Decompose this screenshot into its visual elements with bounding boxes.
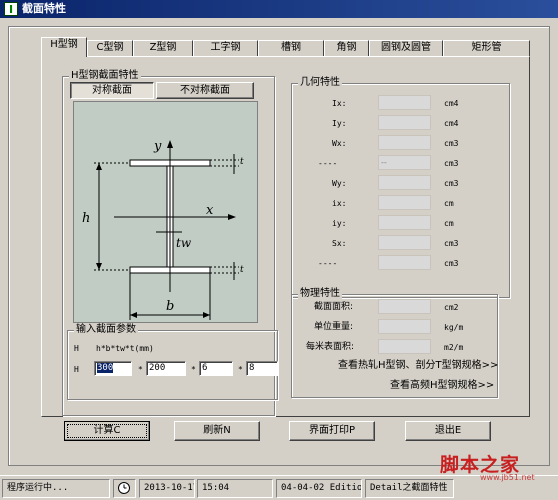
ix-radius-label: ix:	[332, 199, 347, 208]
refresh-button[interactable]: 刷新N	[174, 421, 260, 441]
watermark-url: www.jb51.net	[480, 473, 535, 482]
hf-spec-link[interactable]: 查看高频H型钢规格>>	[390, 380, 494, 392]
tw-input[interactable]: 6	[199, 361, 233, 376]
tab-c-steel[interactable]: C型钢	[87, 40, 133, 56]
wy-value	[378, 175, 431, 190]
wx2-unit: cm3	[444, 159, 459, 168]
tab-channel[interactable]: 槽钢	[258, 40, 324, 56]
area-value	[378, 299, 431, 314]
print-button[interactable]: 界面打印P	[289, 421, 375, 441]
sx-unit: cm3	[444, 239, 459, 248]
geometry-title: 几何特性	[298, 77, 342, 89]
surface-label: 每米表面积:	[306, 342, 355, 352]
exit-button[interactable]: 退出E	[405, 421, 491, 441]
ix-radius-value	[378, 195, 431, 210]
iy-radius-unit: cm	[444, 219, 454, 228]
iy-value	[378, 115, 431, 130]
h-input[interactable]: 300	[94, 361, 132, 376]
h-section-group-title: H型钢截面特性	[69, 70, 141, 82]
formula-label: h*b*tw*t(mm)	[96, 344, 154, 353]
ix-label: Ix:	[332, 99, 347, 108]
tab-round[interactable]: 圆钢及圆管	[369, 40, 443, 56]
wy-unit: cm3	[444, 179, 459, 188]
sep-2: *	[191, 365, 196, 374]
diagram-t-bottom-label: t	[240, 265, 244, 275]
status-bar: 程序运行中... 2013-10-17 15:04 04-04-02 Editi…	[0, 475, 558, 500]
title-bar[interactable]: I 截面特性	[0, 0, 558, 18]
clock-icon	[113, 479, 136, 498]
wx-label: Wx:	[332, 139, 347, 148]
status-date: 2013-10-17	[139, 479, 195, 498]
status-time: 15:04	[197, 479, 273, 498]
surface-unit: m2/m	[444, 343, 464, 352]
diagram-y-label: y	[153, 139, 162, 154]
diagram-b-label: b	[166, 299, 174, 314]
wx-unit: cm3	[444, 139, 459, 148]
diagram-x-label: x	[206, 203, 214, 218]
tab-angle[interactable]: 角钢	[324, 40, 369, 56]
row-prefix: H	[74, 365, 79, 374]
b-input[interactable]: 200	[146, 361, 186, 376]
surface-value	[378, 339, 431, 354]
extra-unit: cm3	[444, 259, 459, 268]
sep-1: *	[138, 365, 143, 374]
h-section-diagram: y x h tw b t t	[73, 101, 258, 323]
extra-label: ----	[318, 259, 338, 268]
weight-label: 单位重量:	[314, 322, 354, 332]
physical-title: 物理特性	[298, 288, 342, 300]
area-label: 截面面积:	[314, 302, 354, 312]
status-state: 程序运行中...	[2, 479, 110, 498]
tab-h-steel[interactable]: H型钢	[41, 37, 87, 57]
weight-value	[378, 319, 431, 334]
h-section-drawing: y x h tw b t t	[82, 139, 244, 320]
asymmetric-toggle[interactable]: 不对称截面	[156, 82, 254, 99]
diagram-h-label: h	[82, 211, 90, 226]
hot-rolled-spec-link[interactable]: 查看热轧H型钢、剖分T型钢规格>>	[338, 360, 498, 372]
input-params-title: 输入截面参数	[74, 324, 138, 336]
compute-button[interactable]: 计算C	[64, 421, 150, 441]
sx-label: Sx:	[332, 239, 347, 248]
formula-prefix: H	[74, 344, 79, 353]
wx2-value: --	[378, 155, 431, 170]
symmetric-toggle[interactable]: 对称截面	[70, 82, 154, 99]
diagram-t-top-label: t	[240, 157, 244, 167]
ix-value	[378, 95, 431, 110]
area-unit: cm2	[444, 303, 459, 312]
ix-radius-unit: cm	[444, 199, 454, 208]
app-icon: I	[4, 2, 18, 16]
sep-3: *	[238, 365, 243, 374]
status-edition: 04-04-02 Edition	[276, 479, 362, 498]
sx-value	[378, 235, 431, 250]
iy-radius-label: iy:	[332, 219, 347, 228]
t-input[interactable]: 8	[246, 361, 278, 376]
weight-unit: kg/m	[444, 323, 464, 332]
tab-rect-tube[interactable]: 矩形管	[443, 40, 530, 56]
iy-label: Iy:	[332, 119, 347, 128]
window-body: H型钢 C型钢 Z型钢 工字钢 槽钢 角钢 圆钢及圆管 矩形管 H型钢截面特性 …	[0, 18, 558, 500]
tab-i-beam[interactable]: 工字钢	[193, 40, 258, 56]
wx-value	[378, 135, 431, 150]
window-title: 截面特性	[22, 2, 66, 15]
ix-unit: cm4	[444, 99, 459, 108]
diagram-tw-label: tw	[176, 236, 192, 250]
wx2-label: ----	[318, 159, 338, 168]
extra-value	[378, 255, 431, 270]
tab-z-steel[interactable]: Z型钢	[133, 40, 193, 56]
iy-unit: cm4	[444, 119, 459, 128]
wy-label: Wy:	[332, 179, 347, 188]
iy-radius-value	[378, 215, 431, 230]
status-module: Detail之截面特性	[365, 479, 454, 498]
